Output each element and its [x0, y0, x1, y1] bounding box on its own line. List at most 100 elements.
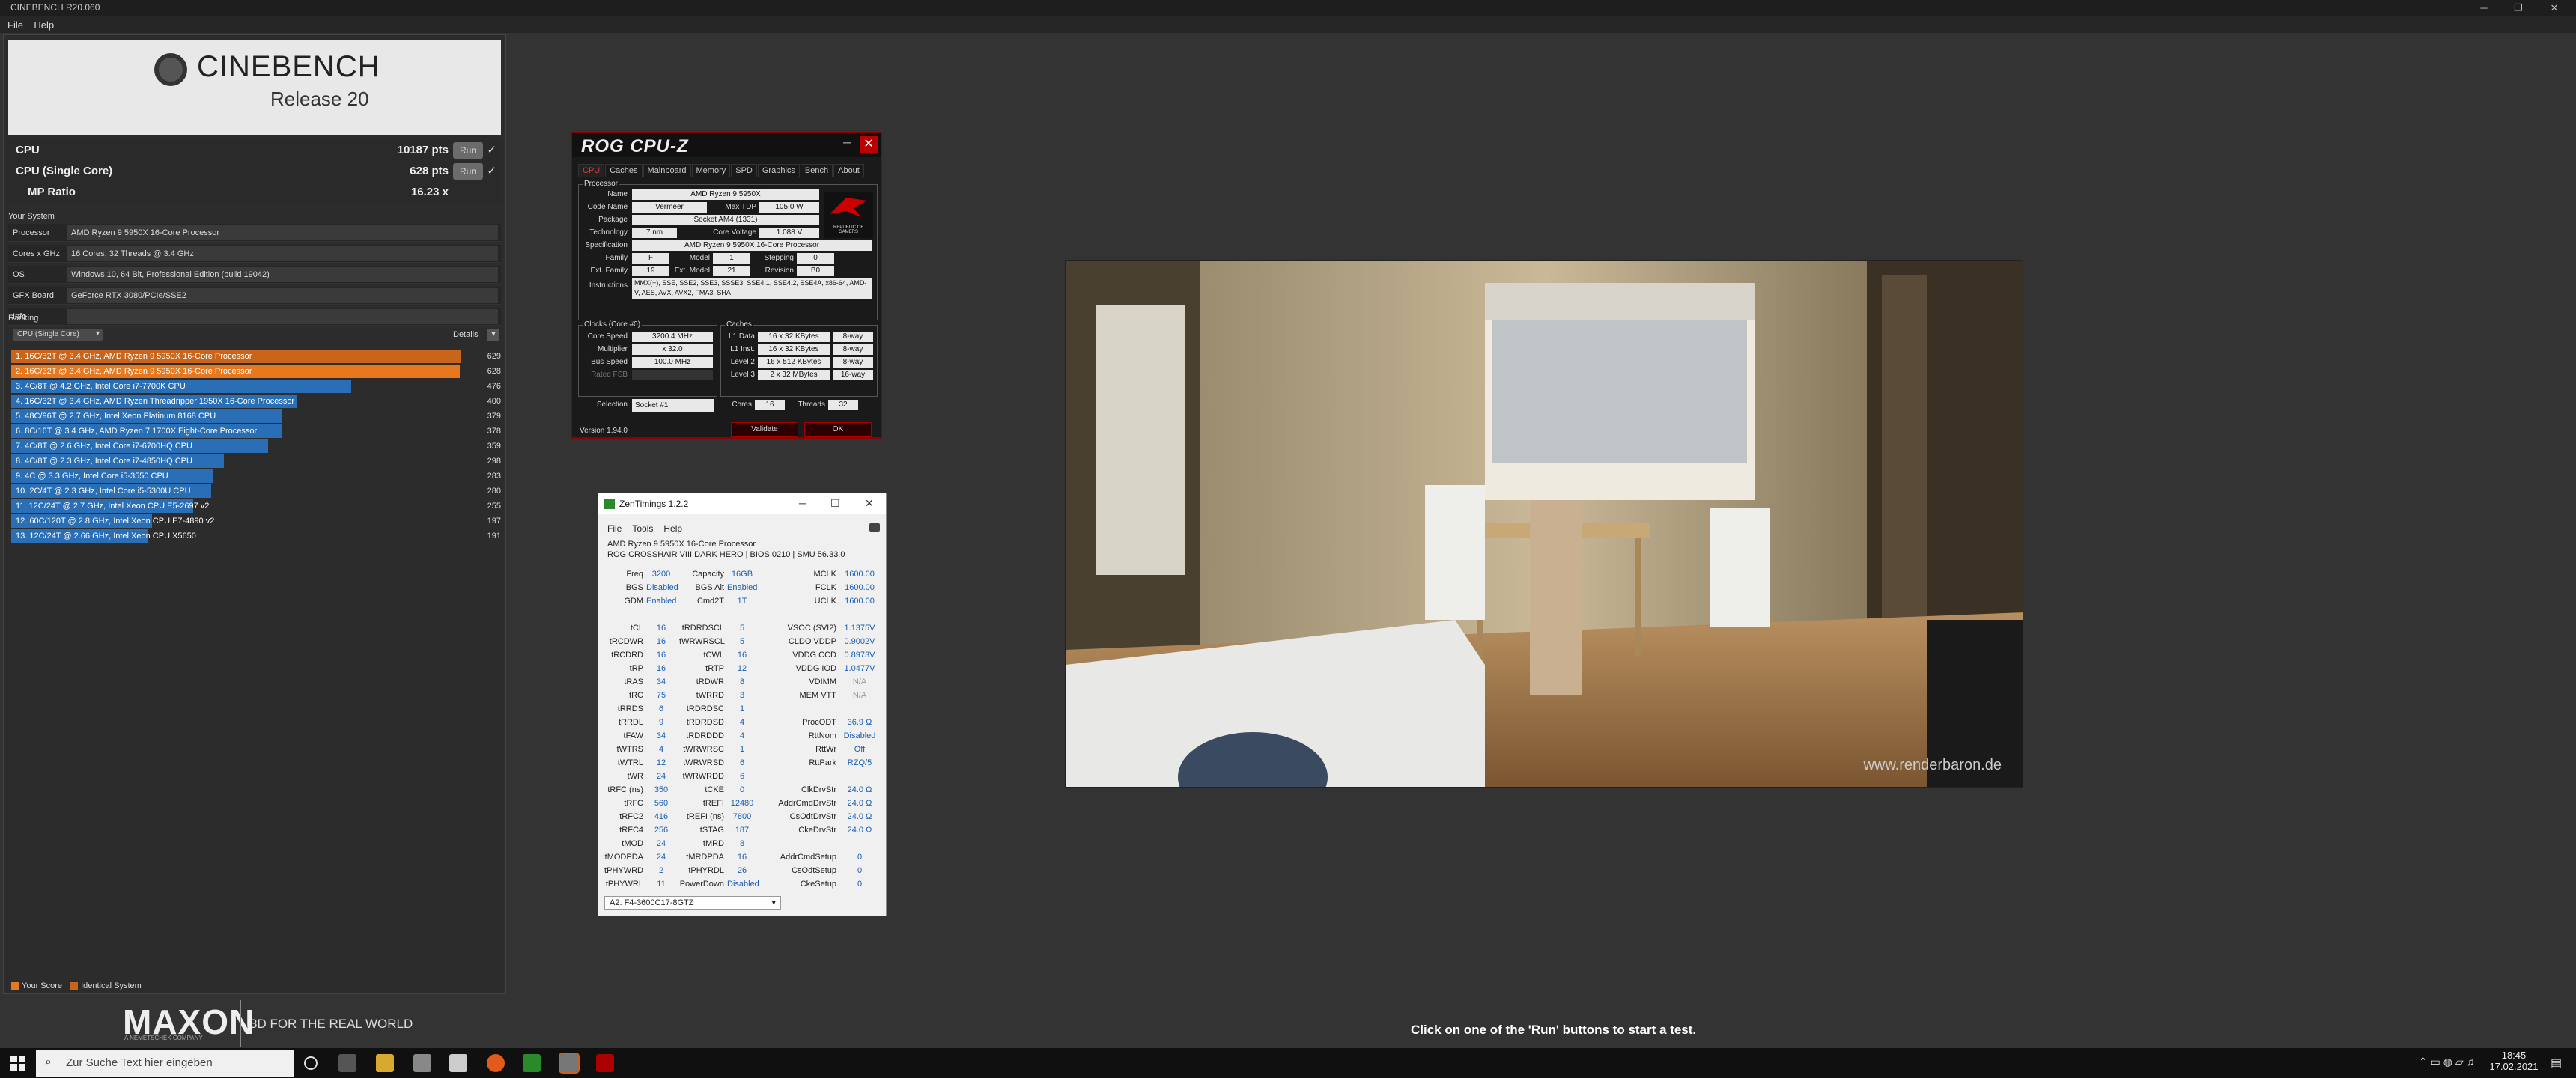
run-cpu-button[interactable]: Run [453, 142, 483, 159]
ranking-score: 628 [487, 367, 501, 376]
ranking-bar[interactable]: 5. 48C/96T @ 2.7 GHz, Intel Xeon Platinu… [11, 409, 282, 423]
ranking-bar[interactable]: 10. 2C/4T @ 2.3 GHz, Intel Core i5-5300U… [11, 484, 211, 498]
taskbar-clock[interactable]: 18:45 17.02.2021 [2488, 1050, 2540, 1072]
tab-memory[interactable]: Memory [691, 164, 731, 177]
cpu-name: AMD Ryzen 9 5950X [632, 189, 819, 200]
timing-value: N/A [852, 691, 867, 700]
l1-inst-way: 8-way [833, 344, 873, 355]
timing-label: Freq [626, 570, 643, 579]
tab-bench[interactable]: Bench [800, 164, 833, 177]
zentimings-window: ZenTimings 1.2.2 ─ ☐ ✕ File Tools Help AMD… [598, 493, 887, 916]
file-explorer-icon[interactable] [376, 1054, 394, 1072]
ranking-bar[interactable]: 11. 12C/24T @ 2.7 GHz, Intel Xeon CPU E5… [11, 499, 209, 513]
menu-file[interactable]: File [7, 19, 23, 31]
timing-label: VDIMM [809, 677, 836, 686]
ranking-bar[interactable]: 7. 4C/8T @ 2.6 GHz, Intel Core i7-6700HQ… [11, 439, 268, 453]
ranking-bar[interactable]: 4. 16C/32T @ 3.4 GHz, AMD Ryzen Threadri… [11, 395, 297, 408]
system-section-title: Your System [8, 212, 55, 221]
close-icon[interactable]: ✕ [860, 136, 878, 153]
timing-value: 34 [656, 731, 666, 740]
ranking-bar[interactable]: 13. 12C/24T @ 2.66 GHz, Intel Xeon CPU X… [11, 529, 196, 543]
menu-help[interactable]: Help [663, 523, 682, 534]
timing-label: tCWL [703, 651, 725, 660]
run-single-core-button[interactable]: Run [453, 163, 483, 180]
dimm-selector[interactable]: A2: F4-3600C17-8GTZ ▾ [604, 896, 781, 910]
cortana-icon[interactable] [304, 1056, 318, 1070]
system-row-os: OS Windows 10, 64 Bit, Professional Edit… [8, 266, 501, 284]
taskbar-search[interactable]: ⌕ Zur Suche Text hier eingeben [36, 1050, 294, 1077]
timing-value: 4 [739, 731, 745, 740]
timing-label: MCLK [813, 570, 836, 579]
timing-value: 8 [739, 839, 745, 848]
ranking-bar[interactable]: 12. 60C/120T @ 2.8 GHz, Intel Xeon CPU E… [11, 514, 214, 528]
ranking-bar[interactable]: 1. 16C/32T @ 3.4 GHz, AMD Ryzen 9 5950X … [11, 350, 461, 363]
details-toggle-button[interactable]: ▾ [487, 329, 499, 341]
label: Package [598, 216, 628, 224]
system-row-gfx: GFX Board GeForce RTX 3080/PCIe/SSE2 [8, 287, 501, 305]
timing-value: 1600.00 [845, 597, 875, 606]
menu-help[interactable]: Help [34, 19, 54, 31]
tab-spd[interactable]: SPD [731, 164, 757, 177]
firefox-icon[interactable] [487, 1054, 505, 1072]
ranking-score: 629 [487, 352, 501, 361]
ranking-bar[interactable]: 2. 16C/32T @ 3.4 GHz, AMD Ryzen 9 5950X … [11, 365, 460, 378]
timing-label: tWTRS [616, 745, 643, 754]
notifications-icon[interactable]: ▤ [2551, 1056, 2562, 1071]
camera-icon[interactable] [869, 523, 880, 532]
tray-icons[interactable]: ⌃ ▭ ◍ ▱ ♫ [2419, 1056, 2474, 1068]
validate-button[interactable]: Validate [731, 422, 798, 437]
cinebench-taskbar-icon[interactable] [559, 1053, 580, 1074]
store-icon[interactable] [413, 1054, 431, 1072]
selection-dropdown[interactable]: Socket #1 [632, 399, 714, 412]
timing-label: tRRDS [617, 704, 643, 713]
minimize-icon[interactable]: ─ [799, 497, 806, 509]
timing-value: 3200 [651, 570, 671, 579]
tab-about[interactable]: About [833, 164, 864, 177]
ranking-bar[interactable]: 6. 8C/16T @ 3.4 GHz, AMD Ryzen 7 1700X E… [11, 424, 282, 438]
ranking-score: 191 [487, 532, 501, 540]
tab-caches[interactable]: Caches [605, 164, 643, 177]
menu-file[interactable]: File [607, 523, 622, 534]
close-button[interactable]: ✕ [2537, 0, 2572, 16]
tab-graphics[interactable]: Graphics [757, 164, 800, 177]
label: Ext. Family [590, 267, 628, 275]
minimize-icon[interactable]: ─ [843, 136, 851, 148]
timing-value: 1 [739, 704, 745, 713]
system-value[interactable] [67, 309, 498, 324]
render-preview: www.renderbaron.de [1065, 260, 2023, 788]
label: L1 Inst. [730, 345, 755, 353]
tab-mainboard[interactable]: Mainboard [643, 164, 691, 177]
zentimings-menubar: File Tools Help [607, 523, 693, 534]
mail-icon[interactable] [449, 1054, 467, 1072]
ok-button[interactable]: OK [804, 422, 872, 437]
cpuz-taskbar-icon[interactable] [596, 1054, 614, 1072]
zentimings-title: ZenTimings 1.2.2 [619, 499, 689, 509]
l1-data-way: 8-way [833, 332, 873, 342]
timing-value: 34 [656, 677, 666, 686]
timing-label: tCKE [705, 785, 724, 794]
ranking-bar[interactable]: 9. 4C @ 3.3 GHz, Intel Core i5-3550 CPU [11, 469, 213, 483]
task-view-icon[interactable] [338, 1054, 356, 1072]
bus-speed: 100.0 MHz [632, 357, 713, 368]
zentimings-taskbar-icon[interactable] [523, 1054, 541, 1072]
menu-tools[interactable]: Tools [632, 523, 653, 534]
timing-label: tMOD [622, 839, 643, 848]
minimize-button[interactable]: ─ [2467, 0, 2501, 16]
ranking-bar[interactable]: 8. 4C/8T @ 2.3 GHz, Intel Core i7-4850HQ… [11, 454, 224, 468]
label: Revision [765, 267, 794, 275]
timing-value: 16 [656, 637, 666, 646]
label: Bus Speed [591, 358, 628, 366]
timing-label: tRDWR [696, 677, 724, 686]
maximize-icon[interactable]: ☐ [830, 497, 840, 510]
close-icon[interactable]: ✕ [865, 497, 874, 510]
windows-start-icon[interactable] [10, 1056, 25, 1071]
maximize-button[interactable]: ❐ [2501, 0, 2536, 16]
ranking-dropdown[interactable]: CPU (Single Core) ▾ [13, 329, 103, 341]
ranking-bar[interactable]: 3. 4C/8T @ 4.2 GHz, Intel Core i7-7700K … [11, 380, 351, 393]
tab-cpu[interactable]: CPU [578, 164, 605, 177]
timing-label: UCLK [814, 597, 836, 606]
timing-label: tRTP [705, 664, 724, 673]
timing-label: Cmd2T [696, 597, 724, 606]
render-image: www.renderbaron.de [1066, 261, 2023, 787]
timing-label: BGS Alt [695, 583, 724, 592]
